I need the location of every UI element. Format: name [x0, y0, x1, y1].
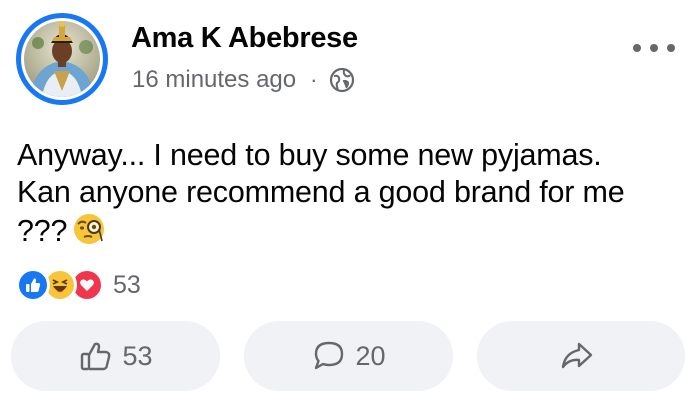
- more-options-button[interactable]: [633, 38, 675, 58]
- globe-icon[interactable]: [329, 67, 355, 93]
- avatar[interactable]: [16, 13, 108, 105]
- like-count: 53: [122, 340, 153, 371]
- post-body: Anyway... I need to buy some new pyjamas…: [17, 137, 687, 250]
- reactions-summary[interactable]: 53: [16, 268, 141, 302]
- reaction-count[interactable]: 53: [113, 271, 141, 300]
- dot-icon: [667, 44, 675, 52]
- dot-icon: [650, 44, 658, 52]
- avatar-ring: [21, 18, 103, 100]
- timestamp[interactable]: 16 minutes ago: [132, 66, 296, 94]
- post-meta: 16 minutes ago ·: [132, 66, 355, 94]
- action-bar: 53 20: [11, 321, 685, 391]
- meta-separator: ·: [310, 67, 318, 92]
- post-text-line: Kan anyone recommend a good brand for me: [17, 175, 625, 209]
- comment-count: 20: [355, 340, 386, 371]
- monocle-face-icon: [71, 211, 107, 247]
- author-name[interactable]: Ama K Abebrese: [131, 22, 358, 55]
- thumbs-up-icon: [81, 342, 111, 371]
- share-icon: [561, 342, 593, 369]
- profile-photo: [24, 21, 100, 97]
- like-reaction-icon: [16, 268, 50, 302]
- post-text-line: ???: [17, 214, 68, 248]
- comment-button[interactable]: 20: [244, 321, 453, 391]
- post-card: Ama K Abebrese 16 minutes ago · Anyway..…: [0, 0, 696, 401]
- post-text-line-last: ???: [17, 211, 687, 250]
- share-button[interactable]: [477, 321, 685, 391]
- like-button[interactable]: 53: [11, 321, 220, 391]
- dot-icon: [633, 44, 641, 52]
- comment-bubble-icon: [315, 341, 344, 370]
- post-text-line: Anyway... I need to buy some new pyjamas…: [17, 138, 602, 172]
